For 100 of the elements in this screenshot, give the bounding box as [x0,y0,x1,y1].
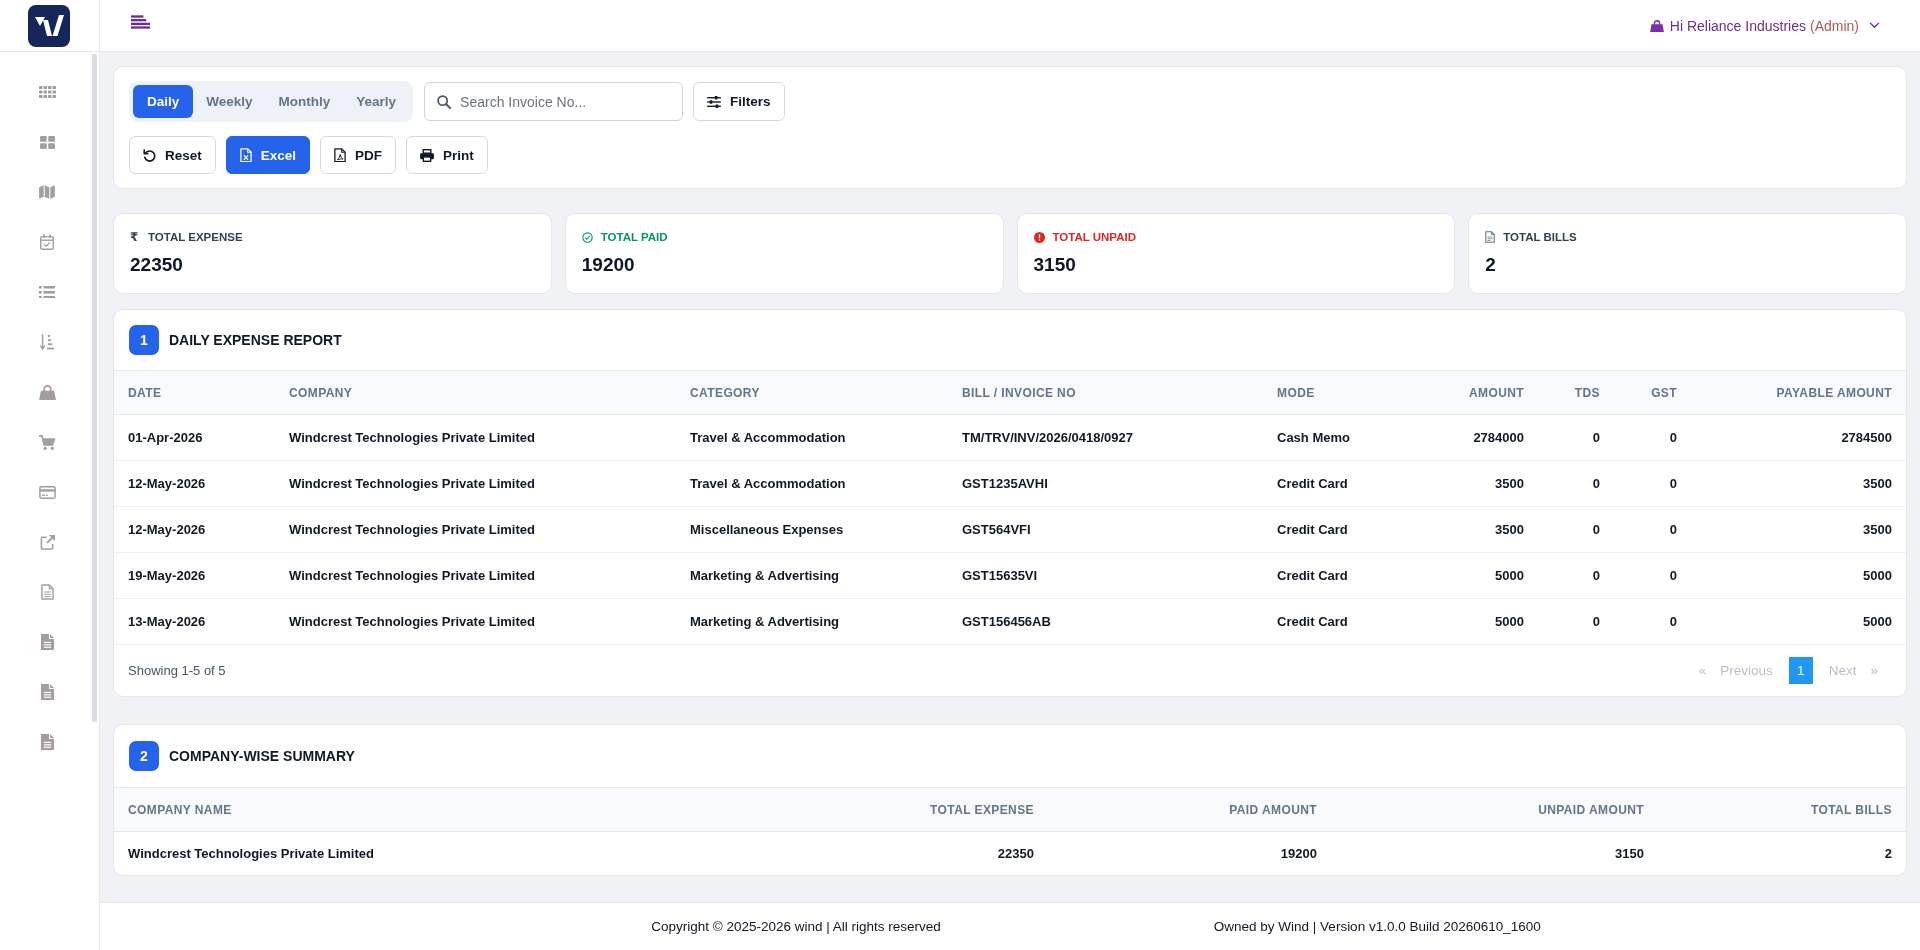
credit-card-icon[interactable] [38,485,56,499]
table-cell: 3500 [1691,506,1906,553]
table-cell: 0 [1614,506,1691,553]
table-cell: TM/TRV/INV/2026/0418/0927 [948,414,1263,461]
column-header: COMPANY [275,370,676,415]
column-header: GST [1614,370,1691,415]
column-header: PAYABLE AMOUNT [1691,370,1906,415]
period-tab[interactable]: Weekly [193,85,266,118]
table-cell: 19-May-2026 [114,552,275,599]
filters-button[interactable]: Filters [693,82,785,121]
logo-icon[interactable] [27,4,70,47]
table-cell: 12-May-2026 [114,506,275,553]
table-cell: 5000 [1431,598,1538,645]
stat-value: 19200 [581,254,636,276]
document-icon[interactable] [40,584,54,600]
table-cell: Credit Card [1263,506,1431,553]
external-link-icon[interactable] [39,534,55,550]
table-cell: Windcrest Technologies Private Limited [275,552,676,599]
stat-value: 2 [1485,254,1497,276]
shopping-bag-icon [1649,19,1664,32]
table-cell: 3500 [1691,460,1906,507]
table-cell: Travel & Accommodation [676,460,948,507]
column-header: DATE [114,370,275,415]
stat-label: TOTAL UNPAID [1052,231,1136,243]
cart-icon[interactable] [38,434,56,450]
table-cell: 0 [1614,460,1691,507]
calendar-check-icon[interactable] [40,234,54,250]
table-cell: Windcrest Technologies Private Limited [275,598,676,645]
version-text: Owned by Wind | Version v1.0.0 Build 20260610_1600 [1213,919,1541,934]
list-icon[interactable] [39,285,55,299]
table-cell: 0 [1614,414,1691,461]
table-cell: 19200 [1048,831,1331,875]
table-cell: Miscellaneous Expenses [676,506,948,553]
shopping-bag-icon[interactable] [38,384,56,400]
number-badge: 2 [129,741,159,771]
table-cell: Credit Card [1263,552,1431,599]
sort-down-icon[interactable] [40,334,54,350]
period-tab[interactable]: Daily [133,85,194,118]
table-cell: 0 [1538,552,1614,599]
scrollbar-thumb[interactable] [92,54,97,722]
search-field[interactable]: Search Invoice No... [424,82,684,121]
period-tab[interactable]: Monthly [265,85,344,118]
table-cell: 5000 [1691,552,1906,599]
stat-label: TOTAL EXPENSE [148,231,243,243]
table-cell: 0 [1538,598,1614,645]
table-cell: GST156456AB [948,598,1263,645]
excel-button[interactable]: Excel [225,136,311,174]
table-cell: 0 [1538,506,1614,553]
table-cell: 2784500 [1691,414,1906,461]
section-title: DAILY EXPENSE REPORT [169,332,342,348]
table-cell: 12-May-2026 [114,460,275,507]
stat-value: 22350 [130,254,184,276]
stat-label: TOTAL BILLS [1503,231,1577,243]
stat-value: 3150 [1033,254,1077,276]
column-header: UNPAID AMOUNT [1331,787,1658,832]
menu-icon[interactable] [131,14,150,29]
table-cell: 2784000 [1431,414,1538,461]
exclamation-circle-icon [1033,231,1045,243]
table-cell: GST564VFI [948,506,1263,553]
period-tab[interactable]: Yearly [343,85,410,118]
column-header: MODE [1263,370,1431,415]
table-cell: 5000 [1431,552,1538,599]
document-icon[interactable] [40,734,54,750]
section-title: COMPANY-WISE SUMMARY [169,748,355,764]
column-header: CATEGORY [676,370,948,415]
document-icon [1485,231,1496,243]
printer-icon [420,148,435,162]
document-icon[interactable] [40,634,54,650]
document-icon[interactable] [40,684,54,700]
print-button[interactable]: Print [406,136,488,174]
table-cell: 0 [1614,598,1691,645]
reset-button[interactable]: Reset [129,136,216,174]
user-menu[interactable]: Hi Reliance Industries (Admin) [1649,17,1880,34]
spreadsheet-file-icon [239,147,252,163]
table-cell: 13-May-2026 [114,598,275,645]
table-cell: 0 [1614,552,1691,599]
page-button[interactable]: 1 [1788,657,1813,684]
table-cell: 22350 [761,831,1048,875]
tiles-icon[interactable] [39,135,55,149]
table-cell: Windcrest Technologies Private Limited [114,831,761,875]
table-cell: Credit Card [1263,460,1431,507]
check-circle-icon [581,231,593,243]
chevron-down-icon [1869,22,1880,29]
pdf-file-icon [334,147,347,163]
table-cell: Windcrest Technologies Private Limited [275,460,676,507]
table-cell: 0 [1538,414,1614,461]
pdf-button[interactable]: PDF [320,136,397,174]
currency-symbol: ₹ [130,230,140,244]
rotate-left-icon [143,148,156,162]
map-icon[interactable] [39,185,55,199]
table-cell: 3500 [1431,460,1538,507]
column-header: PAID AMOUNT [1048,787,1331,832]
table-cell: 01-Apr-2026 [114,414,275,461]
table-cell: 5000 [1691,598,1906,645]
table-cell: 0 [1538,460,1614,507]
column-header: COMPANY NAME [114,787,761,832]
grid-icon[interactable] [38,86,56,98]
copyright-text: Copyright © 2025-2026 wind | All rights reserved [651,919,941,934]
column-header: BILL / INVOICE NO [948,370,1263,415]
table-cell: Credit Card [1263,598,1431,645]
